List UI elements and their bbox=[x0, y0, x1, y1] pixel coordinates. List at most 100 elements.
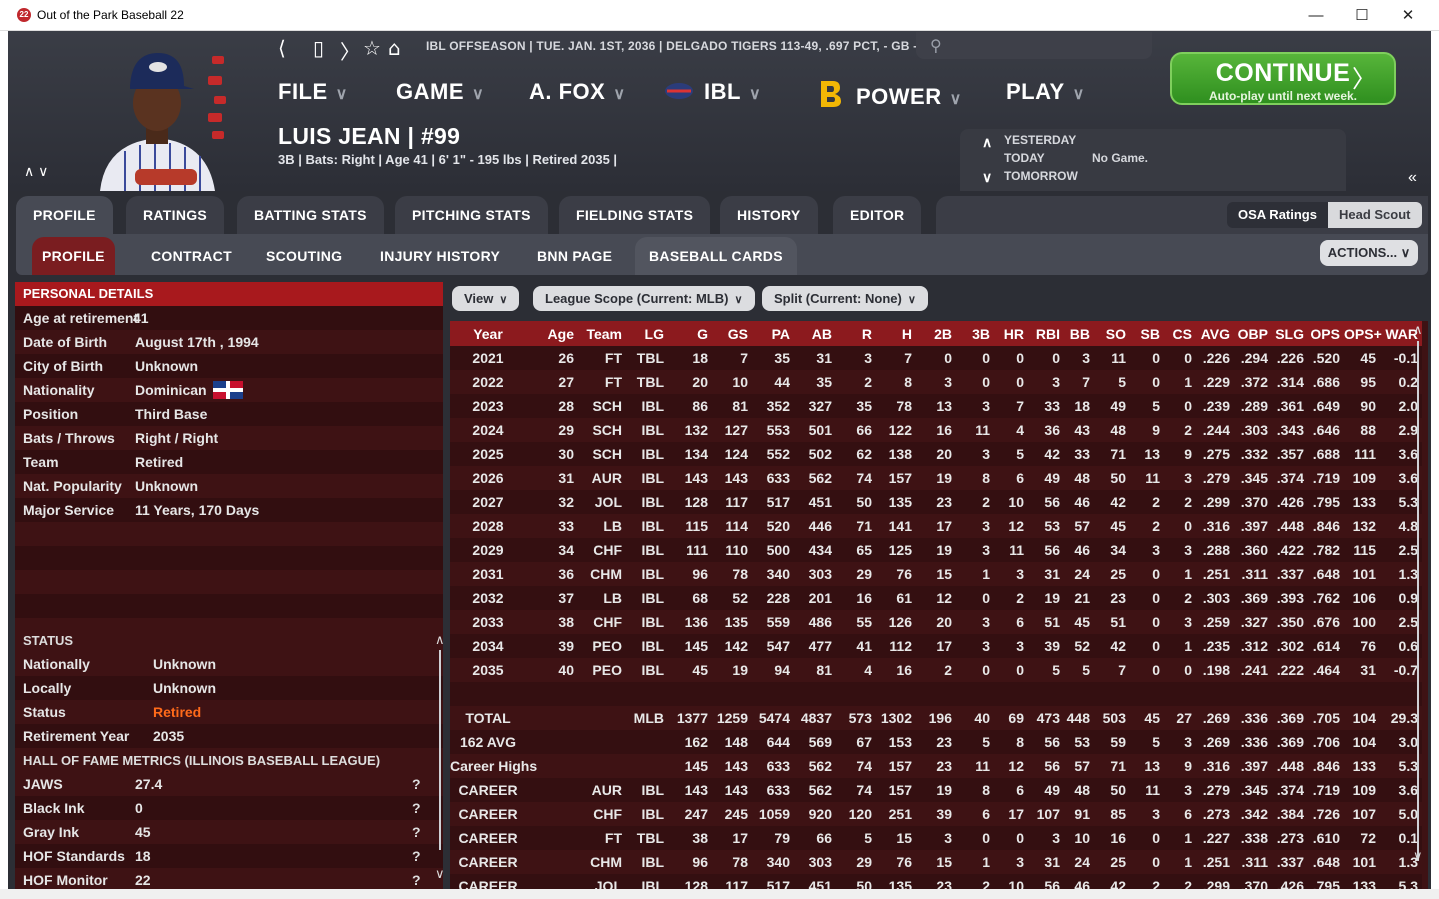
left-scrollbar[interactable] bbox=[439, 650, 441, 850]
split-dropdown[interactable]: Split (Current: None) ∨ bbox=[762, 286, 928, 311]
schedule-today[interactable]: TODAY bbox=[1004, 151, 1045, 165]
column-header-3b[interactable]: 3B bbox=[956, 321, 994, 346]
tab-editor[interactable]: EDITOR bbox=[833, 196, 922, 234]
scroll-up-icon[interactable]: ∧ bbox=[435, 632, 445, 648]
stats-scrollbar[interactable] bbox=[1417, 341, 1419, 861]
subtab-contract[interactable]: CONTRACT bbox=[141, 237, 242, 275]
table-row[interactable]: 2034 39 PEO IBL 145 142 547 477 41 112 17 3 3 39 52 42 0… bbox=[450, 634, 1422, 658]
table-row[interactable]: CAREER CHM IBL 96 78 340 303 29 76 15 1 3 31 24 25 0 1 .2… bbox=[450, 850, 1422, 874]
column-header-sb[interactable]: SB bbox=[1130, 321, 1164, 346]
menu-league[interactable]: IBL ∨ bbox=[664, 79, 761, 105]
ratings-source-toggle[interactable]: OSA Ratings Head Scout bbox=[1227, 202, 1422, 228]
menu-play[interactable]: PLAY ∨ bbox=[1006, 79, 1085, 105]
column-header-obp[interactable]: OBP bbox=[1234, 321, 1272, 346]
table-row[interactable]: Career Highs 145 143 633 562 74 157 23 11 12 56 57 7… bbox=[450, 754, 1422, 778]
column-header-r[interactable]: R bbox=[836, 321, 876, 346]
menu-game[interactable]: GAME ∨ bbox=[396, 79, 484, 105]
schedule-yesterday[interactable]: YESTERDAY bbox=[1004, 133, 1076, 147]
tab-ratings[interactable]: RATINGS bbox=[126, 196, 225, 234]
subtab-bnn-page[interactable]: BNN PAGE bbox=[527, 237, 622, 275]
table-row[interactable]: 2025 30 SCH IBL 134 124 552 502 62 138 20 3 5 42 33 71 1… bbox=[450, 442, 1422, 466]
stats-scroll-down-icon[interactable]: ∨ bbox=[1413, 848, 1423, 864]
table-row[interactable]: 2032 37 LB IBL 68 52 228 201 16 61 12 0 2 19 21 23 0 2.30… bbox=[450, 586, 1422, 610]
table-row[interactable]: 2035 40 PEO IBL 45 19 94 81 4 16 2 0 0 5 5 7 0 0 .198 .241.… bbox=[450, 658, 1422, 682]
osa-ratings-option[interactable]: OSA Ratings bbox=[1227, 202, 1328, 228]
page-icon[interactable]: ▯ bbox=[313, 36, 324, 60]
table-row[interactable]: 2024 29 SCH IBL 132 127 553 501 66 122 16 11 4 36 43 48… bbox=[450, 418, 1422, 442]
tab-pitching-stats[interactable]: PITCHING STATS bbox=[395, 196, 548, 234]
menu-file[interactable]: FILE ∨ bbox=[278, 79, 348, 105]
search-icon[interactable]: ⚲ bbox=[930, 36, 942, 55]
schedule-up-icon[interactable]: ∧ bbox=[982, 134, 992, 151]
tab-batting-stats[interactable]: BATTING STATS bbox=[237, 196, 384, 234]
column-header-bb[interactable]: BB bbox=[1064, 321, 1094, 346]
view-dropdown[interactable]: View ∨ bbox=[452, 286, 520, 311]
subtab-profile[interactable]: PROFILE bbox=[32, 237, 115, 275]
actions-button[interactable]: ACTIONS... ∨ bbox=[1320, 240, 1418, 266]
table-row[interactable]: 2028 33 LB IBL 115 114 520 446 71 141 17 3 12 53 57 45 2… bbox=[450, 514, 1422, 538]
help-icon[interactable]: ? bbox=[412, 772, 421, 796]
column-header-lg[interactable]: LG bbox=[626, 321, 668, 346]
subtab-injury-history[interactable]: INJURY HISTORY bbox=[370, 237, 510, 275]
tab-history[interactable]: HISTORY bbox=[720, 196, 818, 234]
column-header-h[interactable]: H bbox=[876, 321, 916, 346]
league-scope-dropdown[interactable]: League Scope (Current: MLB) ∨ bbox=[533, 286, 755, 311]
maximize-button[interactable]: ☐ bbox=[1339, 0, 1385, 31]
table-row[interactable] bbox=[450, 682, 1422, 706]
help-icon[interactable]: ? bbox=[412, 820, 421, 844]
menu-power[interactable]: POWER ∨ bbox=[818, 79, 962, 110]
table-row[interactable]: 2029 34 CHF IBL 111 110 500 434 65 125 19 3 11 56 46 34… bbox=[450, 538, 1422, 562]
help-icon[interactable]: ? bbox=[412, 844, 421, 868]
menu-manager[interactable]: A. FOX ∨ bbox=[529, 79, 626, 105]
home-icon[interactable]: ⌂ bbox=[388, 36, 401, 60]
head-scout-option[interactable]: Head Scout bbox=[1327, 202, 1422, 228]
table-row[interactable]: 2026 31 AUR IBL 143 143 633 562 74 157 19 8 6 49 48 50 1… bbox=[450, 466, 1422, 490]
table-row[interactable]: 2021 26 FT TBL 18 7 35 31 3 7 0 0 0 0 3 11 0 0.226.294.22… bbox=[450, 346, 1422, 370]
table-row[interactable]: CAREER CHF IBL 247 245 1059 920 120 251 39 6 17 107 9… bbox=[450, 802, 1422, 826]
column-header-rbi[interactable]: RBI bbox=[1028, 321, 1064, 346]
column-header-hr[interactable]: HR bbox=[994, 321, 1028, 346]
column-header-ab[interactable]: AB bbox=[794, 321, 836, 346]
table-row[interactable]: 2022 27 FT TBL 20 10 44 35 2 8 3 0 0 3 7 5 0 1 .229 .372 .31… bbox=[450, 370, 1422, 394]
tab-fielding-stats[interactable]: FIELDING STATS bbox=[559, 196, 711, 234]
collapse-icon[interactable]: « bbox=[1408, 169, 1417, 187]
column-header-gs[interactable]: GS bbox=[712, 321, 752, 346]
column-header-so[interactable]: SO bbox=[1094, 321, 1130, 346]
column-header-slg[interactable]: SLG bbox=[1272, 321, 1308, 346]
continue-button[interactable]: CONTINUE Auto-play until next week. 〉 bbox=[1170, 52, 1396, 105]
column-header-year[interactable]: Year bbox=[450, 321, 530, 346]
help-icon[interactable]: ? bbox=[412, 796, 421, 820]
minimize-button[interactable]: — bbox=[1293, 0, 1339, 31]
column-header-ops-[interactable]: OPS+ bbox=[1344, 321, 1382, 346]
search-box[interactable]: ⚲ bbox=[916, 32, 1152, 59]
column-header-pa[interactable]: PA bbox=[752, 321, 794, 346]
table-row[interactable]: CAREER JOL IBL 128 117 517 451 50 135 23 2 10 56 46 42… bbox=[450, 874, 1422, 889]
table-row[interactable]: 2033 38 CHF IBL 136 135 559 486 55 126 20 3 6 51 45 51 0… bbox=[450, 610, 1422, 634]
table-row[interactable]: CAREER AUR IBL 143 143 633 562 74 157 19 8 6 49 48 50 1… bbox=[450, 778, 1422, 802]
table-row[interactable]: 162 AVG 162 148 644 569 67 153 23 5 8 56 53 59 5 3.269… bbox=[450, 730, 1422, 754]
column-header-team[interactable]: Team bbox=[578, 321, 626, 346]
close-button[interactable]: ✕ bbox=[1385, 0, 1431, 31]
player-nav-arrows[interactable]: ∧ ∨ bbox=[24, 163, 48, 180]
stats-scroll-up-icon[interactable]: ∧ bbox=[1413, 322, 1423, 338]
table-row[interactable]: 2027 32 JOL IBL 128 117 517 451 50 135 23 2 10 56 46 42… bbox=[450, 490, 1422, 514]
table-row[interactable]: TOTAL MLB 1377 1259 5474 4837 573 1302 196 40 69 47… bbox=[450, 706, 1422, 730]
column-header-avg[interactable]: AVG bbox=[1196, 321, 1234, 346]
column-header-age[interactable]: Age bbox=[530, 321, 578, 346]
column-header-ops[interactable]: OPS bbox=[1308, 321, 1344, 346]
forward-icon[interactable]: 〉 bbox=[340, 36, 360, 65]
table-row[interactable]: 2031 36 CHM IBL 96 78 340 303 29 76 15 1 3 31 24 25 0 1 .2… bbox=[450, 562, 1422, 586]
schedule-down-icon[interactable]: ∨ bbox=[982, 169, 992, 186]
subtab-scouting[interactable]: SCOUTING bbox=[256, 237, 352, 275]
column-header-2b[interactable]: 2B bbox=[916, 321, 956, 346]
star-icon[interactable]: ☆ bbox=[363, 36, 381, 60]
help-icon[interactable]: ? bbox=[412, 868, 421, 889]
back-icon[interactable]: ⟨ bbox=[278, 36, 286, 60]
table-row[interactable]: 2023 28 SCH IBL 86 81 352 327 35 78 13 3 7 33 18 49 5 0.2… bbox=[450, 394, 1422, 418]
column-header-g[interactable]: G bbox=[668, 321, 712, 346]
scroll-down-icon[interactable]: ∨ bbox=[435, 866, 445, 882]
schedule-tomorrow[interactable]: TOMORROW bbox=[1004, 169, 1078, 183]
column-header-cs[interactable]: CS bbox=[1164, 321, 1196, 346]
tab-profile[interactable]: PROFILE bbox=[16, 196, 113, 234]
subtab-baseball-cards[interactable]: BASEBALL CARDS bbox=[635, 237, 797, 275]
